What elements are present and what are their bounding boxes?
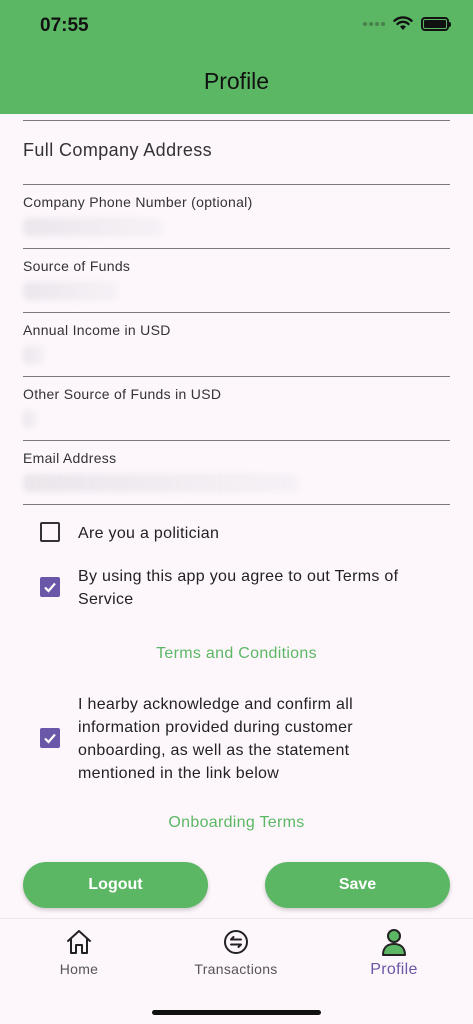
acknowledge-label: I hearby acknowledge and confirm all inf… xyxy=(78,696,353,782)
logout-button[interactable]: Logout xyxy=(23,862,208,908)
app-header: 07:55 Profile xyxy=(0,0,473,114)
bottom-tab-bar: Home Transactions Profile xyxy=(0,918,473,1024)
divider xyxy=(23,120,450,121)
transfer-icon xyxy=(224,930,248,954)
tab-profile[interactable]: Profile xyxy=(324,927,464,979)
tab-profile-label: Profile xyxy=(370,961,418,978)
source-of-funds-label: Source of Funds xyxy=(23,258,131,274)
annual-income-field[interactable]: Annual Income in USD xyxy=(23,322,450,377)
person-icon xyxy=(382,929,406,956)
politician-checkbox[interactable] xyxy=(40,522,60,542)
terms-and-conditions-link[interactable]: Terms and Conditions xyxy=(0,645,473,663)
checkmark-icon xyxy=(44,733,56,744)
onboarding-terms-link[interactable]: Onboarding Terms xyxy=(0,814,473,832)
company-phone-value xyxy=(23,218,163,236)
source-of-funds-field[interactable]: Source of Funds xyxy=(23,258,450,313)
company-address-label: Full Company Address xyxy=(23,140,213,160)
tab-transactions-label: Transactions xyxy=(194,961,278,977)
politician-checkbox-row[interactable]: Are you a politician xyxy=(40,522,440,545)
other-source-label: Other Source of Funds in USD xyxy=(23,386,222,402)
email-value xyxy=(23,474,298,492)
annual-income-label: Annual Income in USD xyxy=(23,322,171,338)
wifi-icon xyxy=(393,16,413,30)
annual-income-value xyxy=(23,346,45,364)
company-address-field[interactable]: Full Company Address xyxy=(23,140,450,185)
page-title: Profile xyxy=(203,68,270,94)
tab-home-label: Home xyxy=(59,961,99,977)
email-label: Email Address xyxy=(23,450,117,466)
email-field[interactable]: Email Address xyxy=(23,450,450,505)
source-of-funds-value xyxy=(23,282,118,300)
politician-label: Are you a politician xyxy=(78,525,220,542)
company-phone-label: Company Phone Number (optional) xyxy=(23,194,253,210)
cellular-signal-icon xyxy=(363,21,385,26)
acknowledge-checkbox-row[interactable]: I hearby acknowledge and confirm all inf… xyxy=(40,693,440,785)
tab-transactions[interactable]: Transactions xyxy=(166,927,306,977)
battery-icon xyxy=(421,16,451,31)
status-time: 07:55 xyxy=(40,15,89,36)
checkmark-icon xyxy=(44,582,56,593)
terms-label: By using this app you agree to out Terms… xyxy=(78,568,399,608)
company-phone-field[interactable]: Company Phone Number (optional) xyxy=(23,194,450,249)
other-source-value xyxy=(23,410,37,428)
save-button[interactable]: Save xyxy=(265,862,450,908)
home-indicator xyxy=(152,1010,321,1015)
acknowledge-checkbox[interactable] xyxy=(40,728,60,748)
tab-home[interactable]: Home xyxy=(9,927,149,977)
terms-checkbox-row[interactable]: By using this app you agree to out Terms… xyxy=(40,565,440,611)
terms-checkbox[interactable] xyxy=(40,577,60,597)
other-source-field[interactable]: Other Source of Funds in USD xyxy=(23,386,450,441)
home-icon xyxy=(67,930,91,954)
status-icons xyxy=(363,16,451,31)
